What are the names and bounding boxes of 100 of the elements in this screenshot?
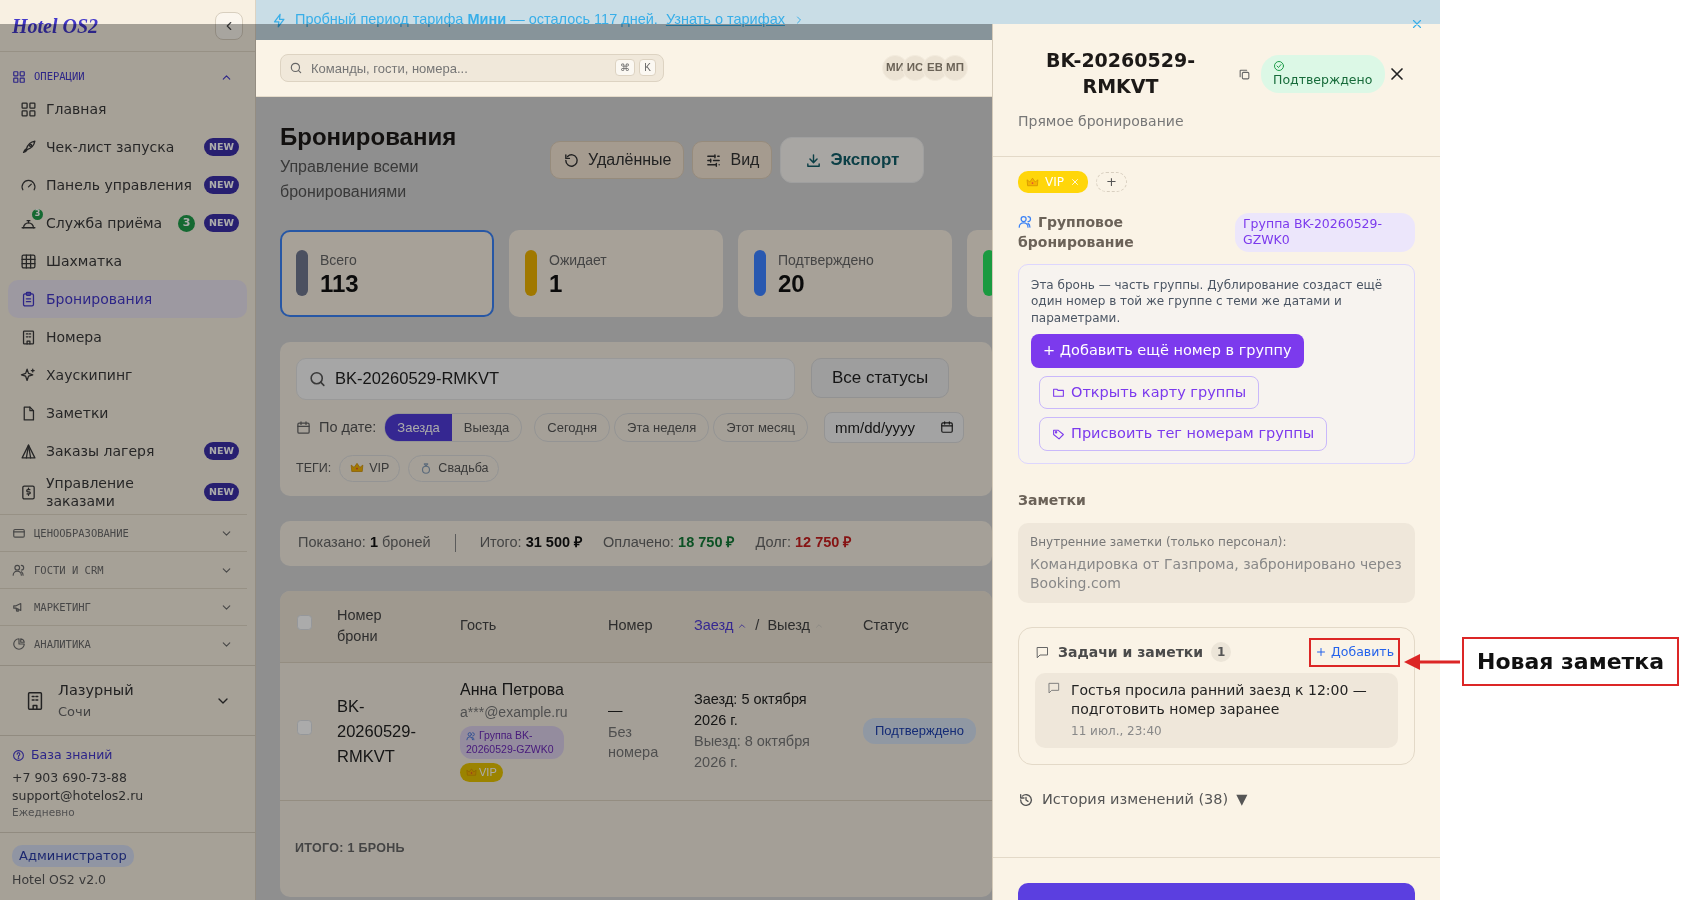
nav-icon (20, 138, 37, 156)
callout-label: Новая заметка (1462, 637, 1680, 686)
add-note-button[interactable]: Добавить (1311, 639, 1398, 665)
assign-tag-button[interactable]: Присвоить тег номерам группы (1039, 417, 1328, 451)
new-badge: NEW (204, 441, 239, 461)
expand-arrow[interactable]: ▼ (1236, 788, 1248, 811)
count-badge: 3 (178, 214, 196, 232)
task-text: Гостья просила ранний заезд к 12:00 — подготовить номер заранее (1071, 680, 1368, 720)
nav-item[interactable]: Бронирования (8, 280, 247, 318)
tags-label: ТЕГИ: (296, 460, 332, 477)
nav-item[interactable]: Хаускипинг (8, 356, 247, 394)
banner-text: Пробный период тарифа Мини — осталось 117 дней. (295, 10, 658, 30)
user-avatar[interactable]: МП (942, 55, 968, 81)
nav-icon (20, 100, 37, 118)
column-header[interactable]: Номер брони (337, 605, 407, 648)
property-city: Сочи (58, 703, 93, 722)
column-header[interactable]: Номер (608, 617, 653, 634)
guest-name: Анна Петрова (460, 679, 565, 700)
nav-icon (20, 252, 37, 270)
total-value: 12 750 ₽ (795, 533, 852, 553)
property-name: Лазурный (58, 681, 135, 701)
total-value: 31 500 ₽ (525, 533, 583, 553)
comment-icon (1035, 644, 1050, 660)
stat-value: 1 (549, 270, 564, 298)
column-header[interactable]: Статус (863, 617, 909, 634)
column-header[interactable]: Гость (460, 617, 497, 634)
nav-item[interactable]: Панель управления NEW (8, 166, 247, 204)
date-mode-toggle[interactable]: Заезда (385, 413, 452, 442)
section-icon (12, 563, 26, 578)
section-header[interactable]: ОПЕРАЦИИ (0, 64, 247, 90)
search-icon (289, 61, 303, 75)
section-title: МАРКЕТИНГ (34, 599, 92, 615)
section-header[interactable]: АНАЛИТИКА (0, 625, 247, 663)
column-header[interactable]: Выезд (767, 615, 811, 638)
nav-item[interactable]: 3 Служба приёма 3 NEW (8, 204, 247, 242)
nav-item[interactable]: Управление заказами NEW (8, 470, 247, 515)
section-header[interactable]: ГОСТИ И CRM (0, 551, 247, 589)
history-toggle[interactable]: История изменений (38) (1042, 788, 1229, 811)
section-header[interactable]: МАРКЕТИНГ (0, 588, 247, 626)
nav-item[interactable]: Чек-лист запуска NEW (8, 128, 247, 166)
add-room-button[interactable]: + Добавить ещё номер в группу (1031, 333, 1304, 368)
count-badge: 3 (32, 208, 43, 220)
nav-item[interactable]: Заказы лагеря NEW (8, 432, 247, 470)
stat-card[interactable]: Ожидает 1 (509, 230, 723, 317)
open-group-button[interactable]: Открыть карту группы (1039, 375, 1260, 410)
date-mode-toggle[interactable]: Выезда (451, 413, 522, 442)
section-title: Заметки (1018, 491, 1087, 510)
tag-icon (1052, 427, 1065, 441)
quick-date-chip[interactable]: Сегодня (534, 412, 611, 443)
booking-source: Прямое бронирование (1018, 112, 1185, 132)
nav-item[interactable]: Шахматка (8, 242, 247, 280)
total-label: Итого: (479, 533, 522, 553)
status-select[interactable]: Все статусы (811, 358, 950, 398)
stat-card[interactable]: Подтверждено 20 (738, 230, 952, 317)
notes-label: Внутренние заметки (только персонал): (1030, 534, 1288, 551)
property-switcher[interactable]: Лазурный Сочи (0, 665, 255, 736)
calendar-icon (940, 420, 955, 435)
count-badge: 1 (1211, 642, 1232, 663)
history-icon (1018, 791, 1034, 808)
nav-item[interactable]: Номера (8, 318, 247, 356)
action-button[interactable]: Удалённые (550, 141, 685, 179)
version-text: Hotel OS2 v2.0 (12, 870, 108, 889)
nav-item[interactable]: Заметки (8, 394, 247, 432)
page-title: Бронирования (280, 123, 458, 152)
section-icon (12, 70, 26, 84)
remove-tag-button[interactable] (1070, 177, 1080, 187)
lightning-icon (272, 12, 287, 28)
quick-date-chip[interactable]: Этот месяц (713, 412, 809, 443)
download-icon (805, 151, 823, 169)
booking-search-field[interactable]: BK-20260529-RMKVT (296, 358, 795, 400)
sliders-icon (705, 151, 723, 169)
booking-number[interactable]: BK-20260529-RMKVT (337, 694, 429, 769)
help-link[interactable]: База знаний (31, 746, 113, 765)
collapse-button[interactable] (215, 11, 243, 40)
stat-card[interactable]: Всего 113 (280, 230, 494, 317)
action-button[interactable]: Вид (692, 141, 773, 179)
nav-item[interactable]: Главная (8, 90, 247, 128)
status-badge: Подтверждено (863, 718, 976, 744)
nav-icon (20, 442, 37, 460)
section-title: ОПЕРАЦИИ (34, 69, 86, 85)
group-badge: Группа BK-20260529-GZWK0 (460, 725, 564, 760)
section-title: ЦЕНООБРАЗОВАНИЕ (34, 525, 130, 541)
section-header[interactable]: ЦЕНООБРАЗОВАНИЕ (0, 514, 247, 552)
quick-date-chip[interactable]: Эта неделя (614, 412, 710, 443)
checkin-date: Заезд: 5 октября 2026 г. (694, 690, 808, 731)
select-all-checkbox[interactable] (297, 615, 312, 630)
plus-icon (1315, 646, 1328, 659)
stat-value: 113 (320, 270, 359, 298)
people-icon (466, 731, 476, 741)
shortcut-key: K (639, 59, 656, 76)
checkout-date: Выезд: 8 октября 2026 г. (694, 732, 811, 773)
column-header[interactable]: Заезд (694, 615, 734, 638)
nav-icon (20, 328, 37, 346)
group-badge: Группа BK-20260529-GZWK0 (1235, 213, 1415, 252)
task-item[interactable]: Гостья просила ранний заезд к 12:00 — подготовить номер заранее 11 июл., 23:40 (1035, 672, 1398, 748)
support-phone: +7 903 690-73-88 (12, 768, 128, 787)
date-field[interactable]: mm/dd/yyyy (824, 412, 965, 443)
new-badge: NEW (204, 483, 239, 502)
action-button[interactable]: Экспорт (780, 137, 925, 183)
new-badge: NEW (204, 175, 239, 195)
